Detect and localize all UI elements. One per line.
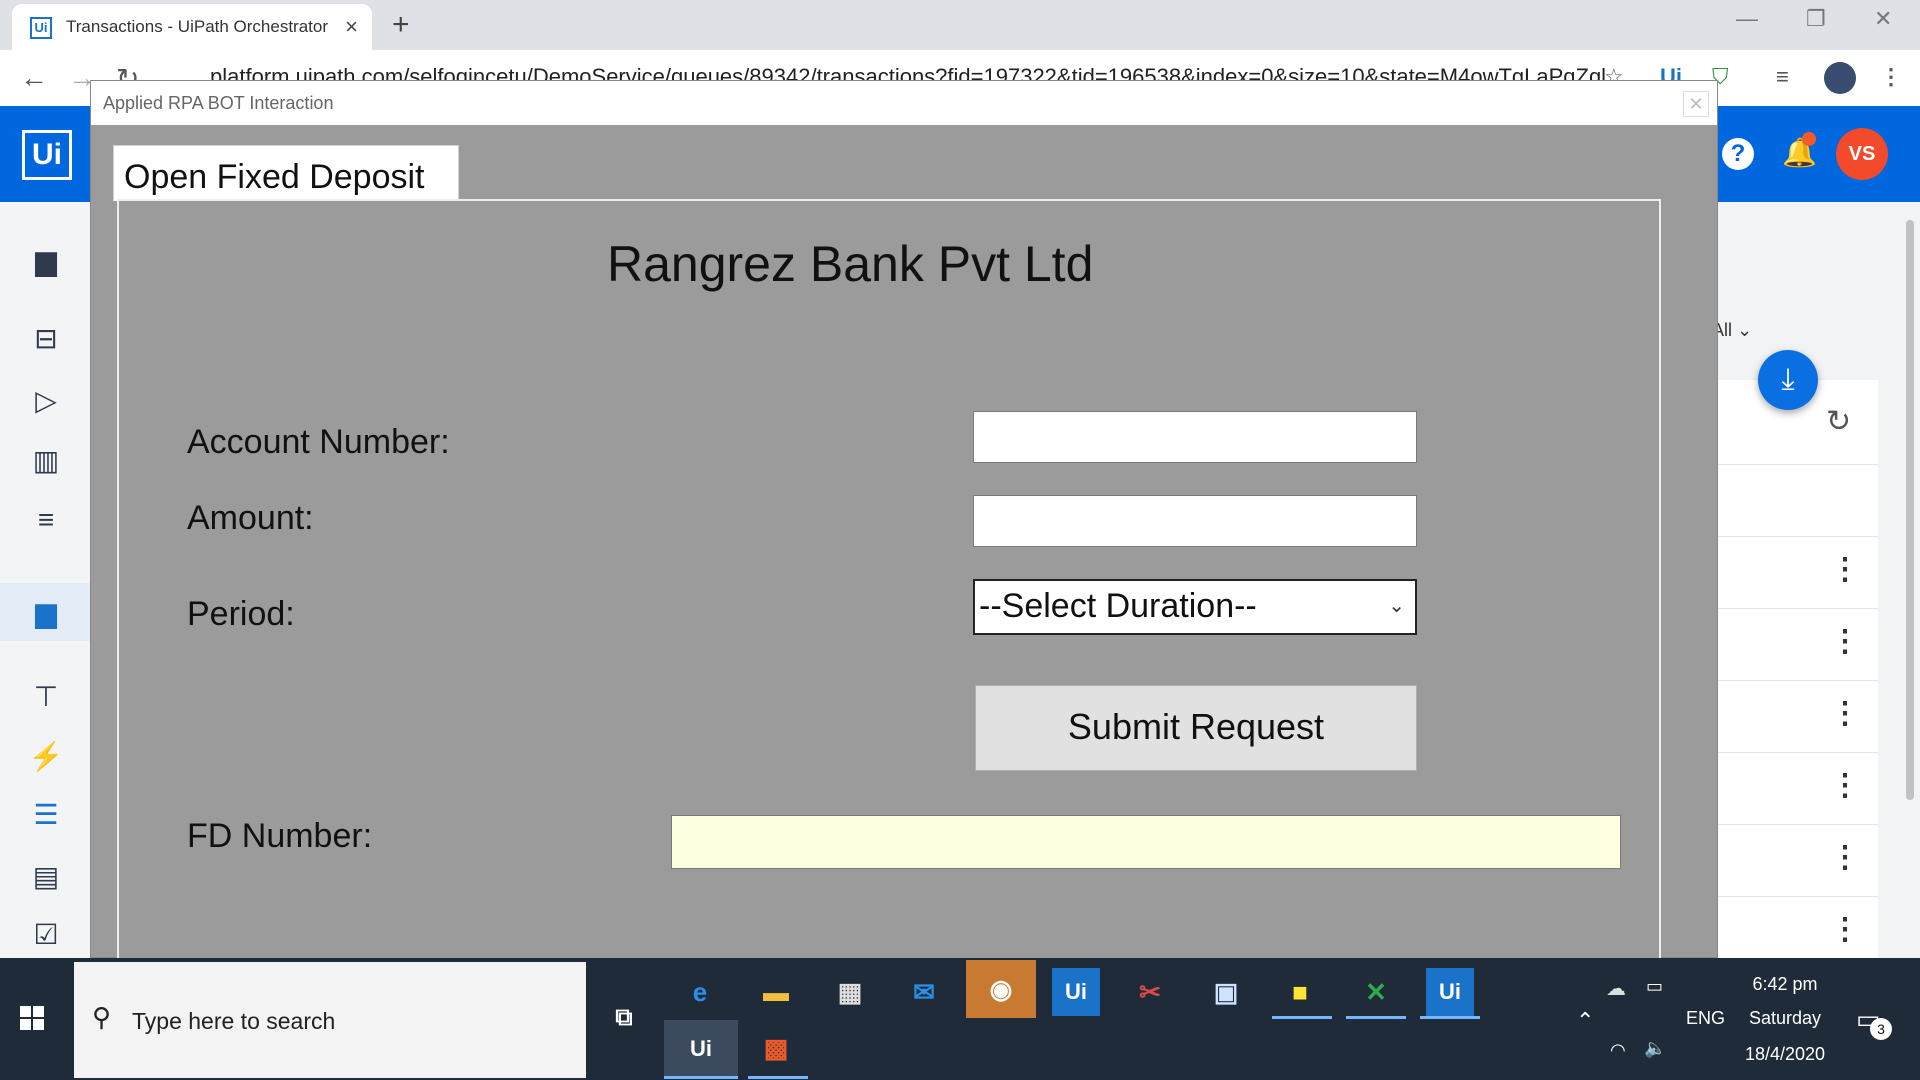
orchestrator-sidebar [0, 202, 90, 958]
uipath-favicon-icon: Ui [30, 17, 52, 39]
table-row-divider [1716, 680, 1878, 681]
running-indicator [748, 1076, 808, 1079]
dialog-titlebar: Applied RPA BOT Interaction ✕ [91, 81, 1717, 125]
tab-close-icon[interactable]: × [345, 14, 358, 40]
row-more-icon[interactable]: ⋮ [1830, 552, 1860, 587]
search-icon: ⚲ [92, 1002, 112, 1032]
table-row-divider [1716, 536, 1878, 537]
notification-dot [1802, 132, 1816, 146]
submit-request-button[interactable]: Submit Request [975, 685, 1417, 771]
dialog-close-icon[interactable]: ✕ [1683, 91, 1709, 117]
clock-time[interactable]: 6:42 pm [1730, 974, 1840, 995]
folders-active-icon[interactable]: ▆ [26, 596, 66, 629]
table-row-divider [1716, 464, 1878, 465]
file-explorer-icon[interactable]: ▬ [752, 968, 800, 1016]
help-icon[interactable]: ? [1722, 138, 1754, 170]
back-icon[interactable]: ← [20, 62, 48, 94]
excel-icon[interactable]: ✕ [1352, 968, 1400, 1016]
triggers-bolt-icon[interactable]: ⚡ [26, 740, 66, 773]
restore-icon[interactable]: ❐ [1806, 6, 1826, 32]
table-row-divider [1716, 608, 1878, 609]
running-indicator [1272, 1016, 1332, 1019]
jobs-play-icon[interactable]: ▷ [26, 384, 66, 417]
row-more-icon[interactable]: ⋮ [1830, 912, 1860, 947]
period-label: Period: [187, 595, 295, 633]
bank-name-heading: Rangrez Bank Pvt Ltd [607, 236, 1094, 292]
row-more-icon[interactable]: ⋮ [1830, 624, 1860, 659]
row-more-icon[interactable]: ⋮ [1830, 696, 1860, 731]
table-row-divider [1716, 824, 1878, 825]
tenant-tree-icon[interactable]: ⊤ [26, 680, 66, 713]
row-more-icon[interactable]: ⋮ [1830, 840, 1860, 875]
window-icon[interactable]: ▣ [1202, 968, 1250, 1016]
running-indicator [1420, 1016, 1480, 1019]
app-icon[interactable]: ▩ [752, 1024, 800, 1072]
browser-tabstrip: Ui Transactions - UiPath Orchestrator × … [0, 0, 1920, 50]
period-selected-value: --Select Duration-- [979, 587, 1257, 625]
onedrive-error-icon[interactable]: ☁ [1606, 976, 1626, 1001]
tasks-clipboard-icon[interactable]: ☑ [26, 918, 66, 951]
robots-icon[interactable]: ⊟ [26, 322, 66, 355]
table-row-divider [1716, 752, 1878, 753]
snipping-icon[interactable]: ✂ [1126, 968, 1174, 1016]
notification-count-badge: 3 [1870, 1018, 1892, 1040]
browser-menu-icon[interactable]: ⋮ [1880, 64, 1902, 90]
tab-label: Open Fixed Deposit [124, 158, 425, 196]
uipath-studio-icon[interactable]: Ui [1052, 968, 1100, 1016]
windows-taskbar: ⚲ Type here to search ⧉ e ▬ ▦ ✉ ◉ Ui ✂ ▣… [0, 958, 1920, 1080]
language-indicator[interactable]: ENG [1686, 1008, 1725, 1029]
search-placeholder: Type here to search [132, 1008, 336, 1034]
uipath-robot-icon[interactable]: Ui [664, 1020, 738, 1078]
download-icon[interactable]: ⤓ [1758, 350, 1818, 410]
volume-icon[interactable]: 🔈 [1644, 1038, 1666, 1059]
browser-tab[interactable]: Ui Transactions - UiPath Orchestrator × [12, 4, 372, 50]
clock-day[interactable]: Saturday [1730, 1008, 1840, 1029]
profile-avatar[interactable] [1824, 62, 1856, 94]
edge-icon[interactable]: e [676, 968, 724, 1016]
mail-icon[interactable]: ✉ [900, 968, 948, 1016]
chrome-icon[interactable]: ◉ [966, 960, 1036, 1018]
account-number-input[interactable] [973, 411, 1417, 463]
logs-lines-icon[interactable]: ≡ [26, 504, 66, 536]
filter-dropdown[interactable]: All ⌄ [1712, 320, 1752, 341]
window-close-icon[interactable]: ✕ [1874, 6, 1892, 32]
fd-number-label: FD Number: [187, 817, 373, 855]
taskbar-search-box[interactable]: ⚲ Type here to search [74, 962, 586, 1078]
chevron-down-icon: ⌄ [1388, 595, 1405, 617]
tab-title: Transactions - UiPath Orchestrator [66, 17, 329, 36]
row-more-icon[interactable]: ⋮ [1830, 768, 1860, 803]
new-tab-icon[interactable]: + [392, 8, 410, 42]
store-icon[interactable]: ▦ [826, 968, 874, 1016]
dialog-title: Applied RPA BOT Interaction [103, 93, 334, 113]
period-select[interactable]: --Select Duration-- ⌄ [973, 579, 1417, 635]
amount-input[interactable] [973, 495, 1417, 547]
assets-list-icon[interactable]: ▤ [26, 860, 66, 893]
refresh-icon[interactable]: ↻ [1826, 404, 1851, 439]
bot-interaction-dialog: Applied RPA BOT Interaction ✕ Open Fixed… [90, 80, 1718, 979]
account-number-label: Account Number: [187, 423, 450, 461]
minimize-icon[interactable]: — [1736, 6, 1758, 32]
clock-date[interactable]: 18/4/2020 [1730, 1044, 1840, 1065]
uipath-assistant-icon[interactable]: Ui [1426, 968, 1474, 1016]
user-avatar[interactable]: VS [1836, 128, 1888, 180]
running-indicator [664, 1076, 738, 1079]
orchestrator-logo[interactable]: Ui [22, 130, 72, 180]
running-indicator [1346, 1016, 1406, 1019]
wifi-icon[interactable]: ◠ [1610, 1040, 1626, 1061]
fd-number-field [671, 815, 1621, 869]
battery-icon[interactable]: ▭ [1646, 976, 1663, 997]
monitoring-chart-icon[interactable]: ▥ [26, 444, 66, 477]
tab-open-fixed-deposit[interactable]: Open Fixed Deposit [113, 145, 459, 201]
amount-label: Amount: [187, 499, 314, 537]
queues-stack-icon[interactable]: ☰ [26, 798, 66, 831]
show-hidden-icons-icon[interactable]: ⌃ [1576, 1008, 1594, 1034]
media-control-icon[interactable]: ≡ [1776, 64, 1789, 90]
folder-icon[interactable]: ▆ [26, 244, 66, 277]
task-view-icon[interactable]: ⧉ [600, 994, 648, 1042]
chevron-down-icon: ⌄ [1737, 320, 1753, 340]
page-scrollbar[interactable] [1906, 220, 1914, 800]
sticky-notes-icon[interactable]: ■ [1276, 968, 1324, 1016]
table-row-divider [1716, 896, 1878, 897]
